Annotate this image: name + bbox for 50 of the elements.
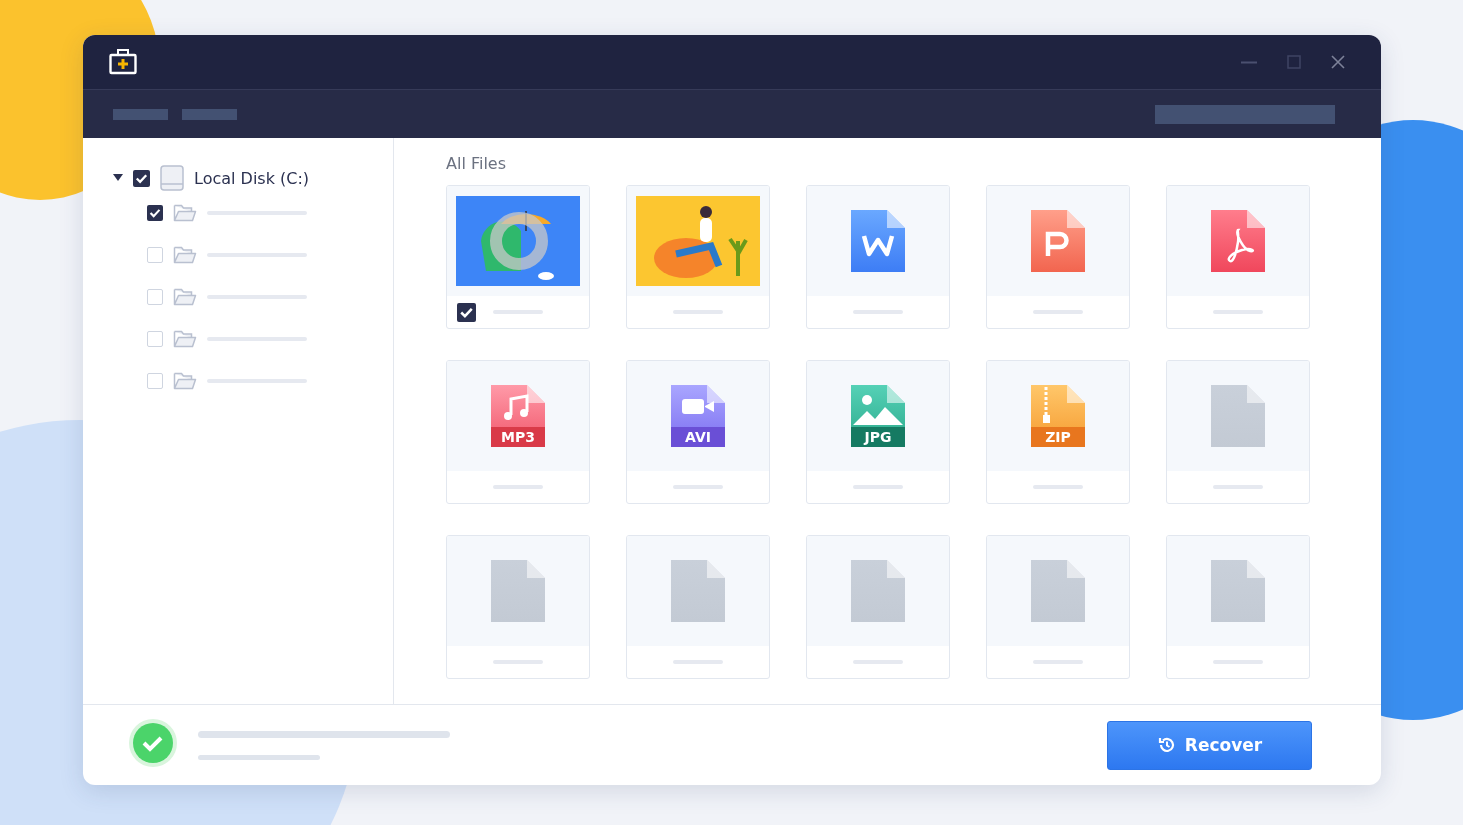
checkbox[interactable] [147,247,163,263]
folder-icon [173,244,197,266]
file-icon [851,560,905,622]
slides-file-icon [1031,210,1085,272]
word-file-icon [851,210,905,272]
file-icon [491,560,545,622]
folder-icon [173,286,197,308]
file-card[interactable]: AVI [626,360,770,504]
file-card[interactable]: JPG [806,360,950,504]
archive-file-icon [1031,385,1085,447]
minimize-icon[interactable] [1241,60,1257,64]
drive-label[interactable]: Local Disk (C:) [194,168,310,188]
checkbox[interactable] [147,205,163,221]
file-icon [1211,385,1265,447]
recover-button[interactable]: Recover [1107,720,1312,770]
file-card[interactable]: MP3 [446,360,590,504]
file-card[interactable] [446,185,590,329]
checkbox[interactable] [147,289,163,305]
image-file-icon [851,385,905,447]
file-icon [671,560,725,622]
file-type-label: ZIP [1044,429,1072,445]
file-icon [1031,560,1085,622]
menu-placeholder [182,108,237,120]
checkbox[interactable] [147,373,163,389]
file-card[interactable] [626,185,770,329]
file-card[interactable] [806,185,950,329]
file-type-label: AVI [684,429,712,445]
audio-file-icon [491,385,545,447]
file-icon [1211,560,1265,622]
file-card[interactable] [986,185,1130,329]
section-title: All Files [446,154,508,173]
checkbox[interactable] [147,331,163,347]
history-icon [1156,735,1177,755]
checkbox[interactable] [133,169,150,187]
checkbox[interactable] [457,303,476,322]
folder-icon [173,202,197,224]
video-file-icon [671,385,725,447]
menu-placeholder [113,108,168,120]
caret-icon[interactable] [113,174,123,182]
file-type-label: JPG [862,429,893,445]
maximize-icon[interactable] [1287,55,1301,69]
folder-icon [173,328,197,350]
pdf-file-icon [1211,210,1265,272]
file-card[interactable] [1166,185,1310,329]
file-type-label: MP3 [500,429,536,445]
close-icon[interactable] [1331,55,1345,69]
folder-icon [173,370,197,392]
drive-icon [160,165,184,191]
file-card[interactable]: ZIP [986,360,1130,504]
first-aid-kit-icon [109,49,137,75]
